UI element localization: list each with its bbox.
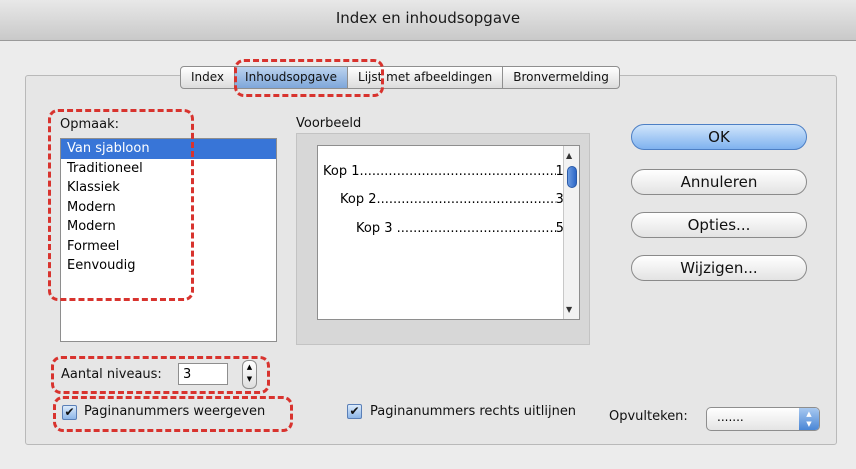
tab-table-of-contents[interactable]: Inhoudsopgave bbox=[235, 67, 349, 88]
preview-heading: Kop 1 bbox=[323, 164, 360, 179]
levels-input[interactable]: 3 bbox=[178, 363, 228, 385]
list-item[interactable]: Modern bbox=[61, 198, 276, 218]
list-item[interactable]: Van sjabloon bbox=[61, 139, 276, 159]
preview-heading: Kop 3 bbox=[356, 221, 397, 236]
list-item[interactable]: Klassiek bbox=[61, 178, 276, 198]
levels-stepper[interactable]: ▲ ▼ bbox=[242, 360, 257, 389]
scroll-thumb[interactable] bbox=[567, 166, 577, 188]
preview-line: Kop 3 ..................................… bbox=[356, 221, 564, 236]
levels-label: Aantal niveaus: bbox=[61, 367, 162, 382]
list-item[interactable]: Eenvoudig bbox=[61, 256, 276, 276]
preview-box: Kop 1...................................… bbox=[317, 145, 580, 320]
scroll-down-arrow-icon[interactable]: ▼ bbox=[566, 305, 572, 314]
preview-line: Kop 2...................................… bbox=[340, 192, 564, 207]
options-button[interactable]: Opties... bbox=[631, 212, 807, 238]
preview-label: Voorbeeld bbox=[296, 116, 362, 131]
modify-button[interactable]: Wijzigen... bbox=[631, 255, 807, 281]
ok-button[interactable]: OK bbox=[631, 124, 807, 150]
tab-citations[interactable]: Bronvermelding bbox=[503, 67, 619, 88]
stepper-down-icon[interactable]: ▼ bbox=[247, 375, 252, 383]
show-page-numbers-checkbox[interactable]: ✔ bbox=[62, 405, 77, 420]
preview-scrollbar[interactable]: ▲ ▼ bbox=[563, 146, 579, 319]
tab-leader-select[interactable]: ....... ▲ ▼ bbox=[706, 407, 820, 431]
right-align-label: Paginanummers rechts uitlijnen bbox=[370, 404, 577, 419]
format-label: Opmaak: bbox=[60, 117, 119, 132]
tab-index[interactable]: Index bbox=[181, 67, 236, 88]
tab-leader-label: Opvulteken: bbox=[609, 409, 688, 424]
title-bar[interactable]: Index en inhoudsopgave bbox=[0, 0, 856, 41]
tab-list-of-figures[interactable]: Lijst met afbeeldingen bbox=[348, 67, 504, 88]
cancel-button[interactable]: Annuleren bbox=[631, 169, 807, 195]
show-page-numbers-label: Paginanummers weergeven bbox=[84, 404, 266, 419]
scroll-up-arrow-icon[interactable]: ▲ bbox=[566, 151, 572, 160]
chevron-up-down-icon: ▲ ▼ bbox=[799, 408, 819, 430]
list-item[interactable]: Formeel bbox=[61, 237, 276, 257]
format-list[interactable]: Van sjabloon Traditioneel Klassiek Moder… bbox=[60, 138, 277, 342]
tab-leader-value: ....... bbox=[717, 410, 744, 424]
list-item[interactable]: Traditioneel bbox=[61, 159, 276, 179]
list-item[interactable]: Modern bbox=[61, 217, 276, 237]
window-title: Index en inhoudsopgave bbox=[335, 9, 521, 27]
preview-heading: Kop 2 bbox=[340, 192, 377, 207]
stepper-up-icon[interactable]: ▲ bbox=[247, 363, 252, 371]
preview-line: Kop 1...................................… bbox=[323, 164, 564, 179]
tab-bar: Index Inhoudsopgave Lijst met afbeelding… bbox=[180, 66, 620, 89]
dialog-window: Index en inhoudsopgave Index Inhoudsopga… bbox=[0, 0, 856, 469]
right-align-checkbox[interactable]: ✔ bbox=[347, 404, 362, 419]
